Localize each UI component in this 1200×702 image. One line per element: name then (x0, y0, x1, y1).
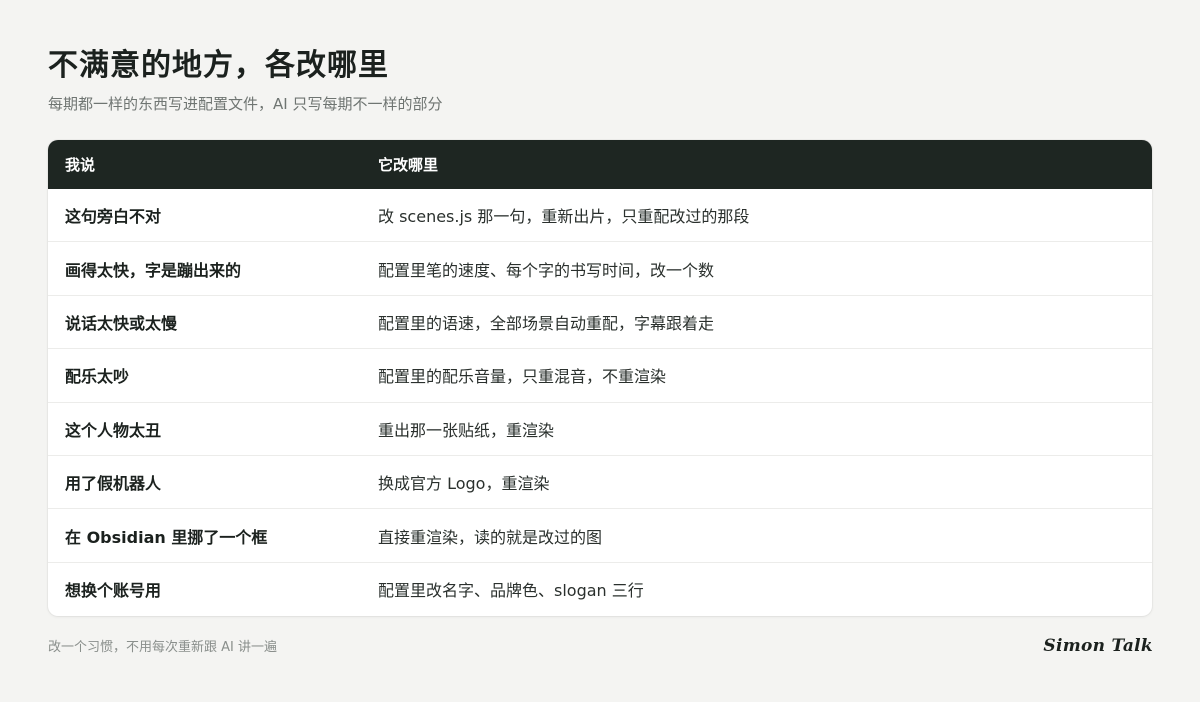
brand-logo: Simon Talk (1043, 636, 1153, 656)
table-row: 画得太快，字是蹦出来的 配置里笔的速度、每个字的书写时间，改一个数 (48, 242, 1152, 296)
row-fix: 改 scenes.js 那一句，重新出片，只重配改过的那段 (378, 207, 750, 227)
page-subtitle: 每期都一样的东西写进配置文件，AI 只写每期不一样的部分 (48, 95, 443, 113)
table-row: 配乐太吵 配置里的配乐音量，只重混音，不重渲染 (48, 349, 1152, 403)
row-fix: 配置里笔的速度、每个字的书写时间，改一个数 (378, 260, 715, 280)
row-fix: 换成官方 Logo，重渲染 (378, 474, 550, 494)
row-complaint: 用了假机器人 (65, 474, 162, 494)
row-complaint: 说话太快或太慢 (65, 313, 178, 333)
row-complaint: 画得太快，字是蹦出来的 (65, 260, 242, 280)
row-fix: 配置里的语速，全部场景自动重配，字幕跟着走 (378, 313, 715, 333)
table-row: 说话太快或太慢 配置里的语速，全部场景自动重配，字幕跟着走 (48, 296, 1152, 350)
footer-note: 改一个习惯，不用每次重新跟 AI 讲一遍 (48, 640, 277, 655)
row-complaint: 在 Obsidian 里挪了一个框 (65, 527, 268, 547)
fix-table: 我说 它改哪里 这句旁白不对 改 scenes.js 那一句，重新出片，只重配改… (48, 140, 1152, 616)
row-fix: 配置里改名字、品牌色、slogan 三行 (378, 581, 644, 601)
row-complaint: 这句旁白不对 (65, 207, 162, 227)
row-fix: 重出那一张贴纸，重渲染 (378, 420, 555, 440)
table-row: 这句旁白不对 改 scenes.js 那一句，重新出片，只重配改过的那段 (48, 189, 1152, 243)
row-fix: 配置里的配乐音量，只重混音，不重渲染 (378, 367, 667, 387)
table-row: 想换个账号用 配置里改名字、品牌色、slogan 三行 (48, 563, 1152, 616)
table-row: 这个人物太丑 重出那一张贴纸，重渲染 (48, 403, 1152, 456)
row-complaint: 配乐太吵 (65, 367, 130, 387)
row-complaint: 想换个账号用 (65, 581, 162, 601)
table-header: 我说 它改哪里 (48, 140, 1152, 189)
row-complaint: 这个人物太丑 (65, 420, 162, 440)
row-fix: 直接重渲染，读的就是改过的图 (378, 527, 603, 547)
table-row: 在 Obsidian 里挪了一个框 直接重渲染，读的就是改过的图 (48, 509, 1152, 563)
column-header-i-say: 我说 (65, 156, 96, 174)
page-title: 不满意的地方，各改哪里 (48, 48, 389, 83)
table-row: 用了假机器人 换成官方 Logo，重渲染 (48, 456, 1152, 510)
column-header-where-changed: 它改哪里 (378, 156, 439, 174)
